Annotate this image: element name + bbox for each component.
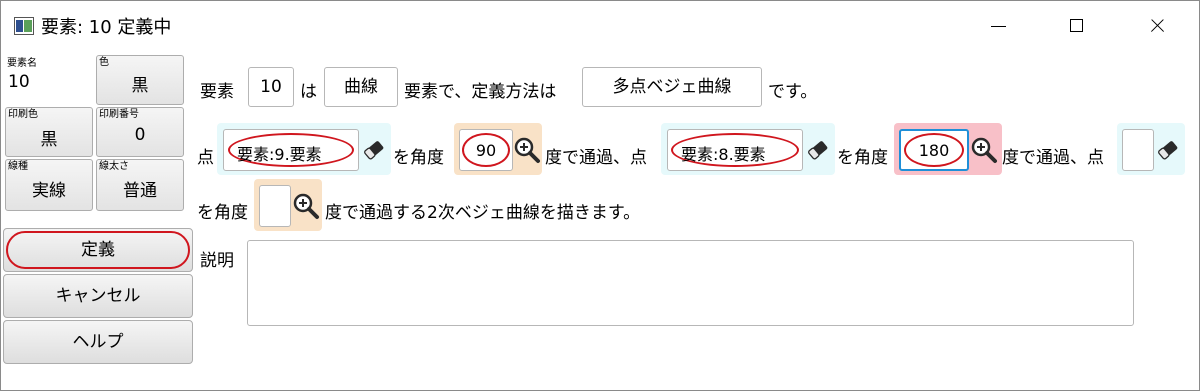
line-type-label: 線種 — [8, 161, 28, 172]
print-color-value: 黒 — [40, 130, 58, 150]
point1-value: 要素:9.要素 — [237, 145, 322, 164]
text-final: 度で通過する2次ベジェ曲線を描きます。 — [325, 203, 641, 223]
text-angle3: を角度 — [197, 203, 248, 223]
text-pass1: 度で通過、点 — [545, 148, 647, 168]
text-pass2: 度で通過、点 — [1002, 148, 1104, 168]
maximize-button[interactable] — [1057, 9, 1097, 43]
text-method: 要素で、定義方法は — [404, 82, 557, 102]
line-type-value: 実線 — [32, 181, 66, 201]
cancel-button[interactable]: キャンセル — [3, 274, 193, 318]
minimize-button[interactable] — [979, 9, 1019, 43]
definition-method-field[interactable]: 多点ベジェ曲線 — [582, 67, 762, 107]
element-type-value: 曲線 — [344, 77, 378, 97]
element-number-field[interactable]: 10 — [248, 67, 294, 107]
text-point: 点 — [197, 148, 214, 168]
element-number-value: 10 — [260, 77, 282, 97]
element-name-value: 10 — [8, 72, 30, 92]
help-button[interactable]: ヘルプ — [3, 320, 193, 364]
close-button[interactable] — [1137, 9, 1177, 43]
angle3-field[interactable] — [259, 185, 291, 227]
eraser-icon[interactable] — [1156, 138, 1180, 162]
cancel-button-label: キャンセル — [55, 286, 141, 306]
element-name-field: 要素名 10 — [5, 55, 93, 105]
text-angle2: を角度 — [837, 148, 888, 168]
title-bar: 要素: 10 定義中 — [1, 1, 1199, 49]
eraser-icon[interactable] — [806, 138, 830, 162]
line-width-button[interactable]: 線太さ 普通 — [96, 159, 184, 211]
print-color-button[interactable]: 印刷色 黒 — [5, 107, 93, 157]
define-button-highlight — [6, 231, 190, 269]
print-number-button[interactable]: 印刷番号 0 — [96, 107, 184, 157]
point2-value: 要素:8.要素 — [681, 145, 766, 164]
dialog-window: 要素: 10 定義中 要素名 10 色 黒 印刷色 黒 印刷番号 0 線種 実線… — [0, 0, 1200, 391]
line-width-value: 普通 — [123, 181, 157, 201]
text-desu: です。 — [768, 82, 818, 102]
description-textarea[interactable] — [247, 240, 1134, 326]
help-button-label: ヘルプ — [72, 332, 124, 352]
zoom-in-icon[interactable] — [513, 136, 541, 164]
color-value: 黒 — [131, 76, 149, 96]
text-wa: は — [300, 82, 317, 102]
line-type-button[interactable]: 線種 実線 — [5, 159, 93, 211]
app-icon — [14, 17, 34, 35]
angle1-value: 90 — [475, 141, 497, 160]
zoom-in-icon[interactable] — [970, 136, 998, 164]
color-button[interactable]: 色 黒 — [96, 55, 184, 105]
point3-field[interactable] — [1122, 129, 1154, 171]
window-title: 要素: 10 定義中 — [41, 17, 172, 38]
line-width-label: 線太さ — [99, 161, 129, 172]
description-label: 説明 — [200, 251, 234, 271]
print-number-label: 印刷番号 — [99, 109, 139, 120]
zoom-in-icon[interactable] — [292, 192, 320, 220]
print-color-label: 印刷色 — [8, 109, 38, 120]
element-type-field[interactable]: 曲線 — [324, 67, 398, 107]
print-number-value: 0 — [134, 125, 146, 145]
definition-method-value: 多点ベジェ曲線 — [612, 77, 732, 97]
element-name-label: 要素名 — [7, 58, 37, 69]
color-label: 色 — [99, 57, 109, 68]
angle2-value: 180 — [918, 141, 950, 160]
eraser-icon[interactable] — [362, 138, 386, 162]
text-element: 要素 — [200, 82, 234, 102]
text-angle1: を角度 — [393, 148, 444, 168]
